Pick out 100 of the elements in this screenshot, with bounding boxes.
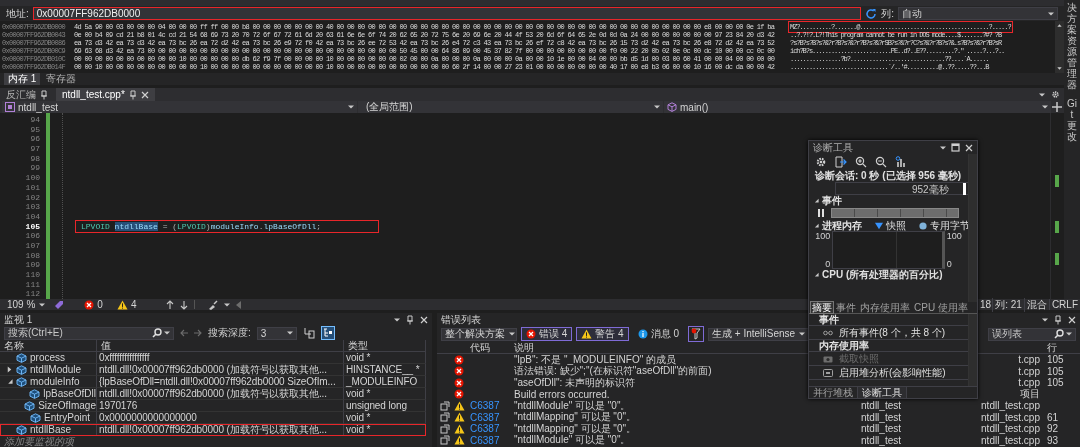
watch-row[interactable]: lpBaseOfDll ntdll.dll!0x00007ff962db0000 (加载符号以获取其他... void * bbox=[0, 388, 426, 400]
panel-tab[interactable]: 内存 1 bbox=[4, 73, 41, 85]
file-name: ntdll_test.cpp bbox=[981, 423, 1040, 435]
close-icon[interactable] bbox=[420, 315, 428, 324]
tree-view-icon[interactable] bbox=[320, 326, 335, 340]
axis-label: 0 bbox=[946, 259, 952, 269]
expand-arrow-icon[interactable] bbox=[6, 366, 13, 373]
suppress-icon[interactable] bbox=[440, 412, 450, 423]
watch-row[interactable]: EntryPoint 0x0000000000000000 void * bbox=[0, 412, 426, 424]
zoom-in-icon[interactable] bbox=[855, 155, 867, 168]
caret-icon bbox=[39, 302, 46, 307]
suppress-icon[interactable] bbox=[440, 435, 450, 446]
project-icon bbox=[5, 102, 15, 112]
filter-button[interactable] bbox=[688, 326, 705, 342]
refresh-icon[interactable] bbox=[865, 7, 878, 20]
arrow-up-icon[interactable] bbox=[166, 299, 175, 310]
scroll-left-icon[interactable] bbox=[236, 300, 242, 309]
error-icon[interactable] bbox=[84, 299, 95, 310]
collapse-arrow-icon[interactable] bbox=[813, 223, 819, 228]
search-icon[interactable] bbox=[1054, 329, 1064, 339]
scroll-up-icon[interactable] bbox=[1057, 23, 1062, 28]
settings-icon[interactable] bbox=[1051, 90, 1060, 99]
panel-tab[interactable]: 摘要 bbox=[810, 301, 834, 314]
address-field[interactable]: 0x00007FF962DB0000 bbox=[32, 7, 862, 20]
error-filter-button[interactable]: 错误 4 bbox=[521, 327, 573, 341]
watch-row[interactable]: moduleInfo {lpBaseOfDll=ntdll.dll!0x00007ff962db0000 SizeOfIm... _MODULEINFO bbox=[0, 376, 426, 388]
watch-row[interactable]: ntdllModule ntdll.dll!0x00007ff962db0000 (加载符号以获取其他... HINSTANCE__ * bbox=[0, 364, 426, 376]
search-field[interactable]: 搜索(Ctrl+E) bbox=[4, 326, 174, 340]
column-header[interactable]: 说明 bbox=[514, 342, 534, 353]
side-tab[interactable]: 决方案资源管理器 bbox=[1067, 2, 1077, 90]
column-header[interactable]: 名称 bbox=[0, 340, 97, 352]
settings-icon[interactable] bbox=[815, 155, 827, 168]
file-name: ntdll_test.cpp bbox=[981, 400, 1040, 412]
method-icon bbox=[667, 102, 677, 112]
suppress-icon[interactable] bbox=[440, 400, 450, 411]
watch-row[interactable]: process 0xffffffffffffffff void * bbox=[0, 352, 426, 364]
close-icon[interactable] bbox=[965, 143, 973, 152]
scroll-down-icon[interactable] bbox=[1057, 66, 1062, 71]
project-dropdown[interactable]: ntdll_test bbox=[2, 101, 357, 113]
back-arrow-icon[interactable] bbox=[180, 328, 188, 338]
error-code-link[interactable]: C6387 bbox=[470, 411, 500, 423]
side-tab[interactable]: Git 更改 bbox=[1067, 98, 1077, 142]
column-dropdown[interactable]: 自动 bbox=[898, 7, 1058, 20]
summary-link[interactable]: 启用堆分析(会影响性能) bbox=[839, 365, 946, 380]
column-header[interactable]: 类型 bbox=[344, 340, 426, 352]
panel-tab[interactable]: CPU 使用率 bbox=[912, 301, 970, 314]
arrow-down-icon[interactable] bbox=[180, 299, 189, 310]
chart-icon[interactable] bbox=[895, 155, 907, 168]
error-count[interactable]: 0 bbox=[97, 299, 103, 310]
column-header[interactable]: 行 bbox=[1047, 342, 1057, 353]
caret-icon[interactable] bbox=[940, 145, 946, 150]
panel-tab[interactable]: 诊断工具 bbox=[858, 387, 907, 398]
caret-icon[interactable] bbox=[1039, 92, 1045, 97]
caret-icon[interactable] bbox=[1042, 317, 1048, 322]
close-icon[interactable] bbox=[140, 90, 149, 99]
warning-filter-button[interactable]: 警告 4 bbox=[576, 327, 629, 341]
brush-icon[interactable] bbox=[208, 299, 219, 310]
search-field[interactable]: 误列表 bbox=[988, 327, 1076, 341]
export-icon[interactable] bbox=[835, 155, 847, 168]
build-filter-dropdown[interactable]: 生成 + IntelliSense bbox=[708, 327, 810, 341]
summary-link[interactable]: 所有事件(8 个，共 8 个) bbox=[839, 325, 946, 340]
scope-dropdown[interactable]: (全局范围) bbox=[358, 101, 663, 113]
line-ending-indicator[interactable]: CRLF bbox=[1048, 299, 1080, 310]
error-code-link[interactable]: C6387 bbox=[470, 434, 500, 446]
warning-icon[interactable] bbox=[116, 299, 128, 310]
collapse-arrow-icon[interactable] bbox=[813, 198, 819, 203]
scrollbar[interactable] bbox=[968, 314, 977, 386]
warning-count[interactable]: 4 bbox=[130, 299, 137, 310]
watch-row[interactable]: SizeOfImage 1970176 unsigned long bbox=[0, 400, 426, 412]
editor-tab[interactable]: ntdll_test.cpp* bbox=[56, 88, 155, 101]
scrollbar[interactable] bbox=[1055, 21, 1064, 73]
watch-row[interactable]: ntdllBase ntdll.dll!0x00007ff962db0000 (加载符号以获取其他... void * bbox=[0, 424, 426, 436]
member-dropdown[interactable]: main() bbox=[664, 101, 1051, 113]
forward-arrow-icon[interactable] bbox=[194, 328, 202, 338]
collapse-arrow-icon[interactable] bbox=[813, 272, 819, 277]
maximize-icon[interactable] bbox=[951, 143, 960, 152]
column-header[interactable]: 代码 bbox=[470, 342, 490, 353]
panel-tab[interactable]: 事件 bbox=[834, 301, 858, 314]
depth-dropdown[interactable]: 3 bbox=[256, 326, 297, 340]
caret-icon[interactable] bbox=[394, 317, 400, 322]
scope-dropdown[interactable]: 整个解决方案 bbox=[441, 327, 517, 341]
pause-icon[interactable] bbox=[817, 208, 825, 218]
editor-tab[interactable]: 反汇编 bbox=[0, 88, 54, 101]
error-code-link[interactable]: C6387 bbox=[470, 400, 500, 412]
split-icon[interactable] bbox=[1052, 102, 1062, 112]
close-icon[interactable] bbox=[1068, 315, 1076, 324]
encoding-indicator[interactable]: 混合 bbox=[1023, 297, 1049, 312]
panel-tab[interactable]: 内存使用率 bbox=[858, 301, 912, 314]
caret-icon[interactable] bbox=[224, 302, 231, 307]
suppress-icon[interactable] bbox=[440, 423, 450, 434]
message-filter-button[interactable]: 消息 0 bbox=[632, 327, 685, 341]
column-header[interactable]: 值 bbox=[97, 340, 344, 352]
line-number: 94 bbox=[30, 115, 40, 125]
scrollbar[interactable] bbox=[968, 154, 977, 302]
zoom-out-icon[interactable] bbox=[875, 155, 887, 168]
panel-tab[interactable]: 寄存器 bbox=[42, 73, 81, 85]
add-watch-hint[interactable]: 添加要监视的项 bbox=[0, 436, 426, 447]
search-icon[interactable] bbox=[152, 328, 162, 338]
expand-arrow-icon[interactable] bbox=[6, 378, 13, 385]
error-code-link[interactable]: C6387 bbox=[470, 423, 500, 435]
